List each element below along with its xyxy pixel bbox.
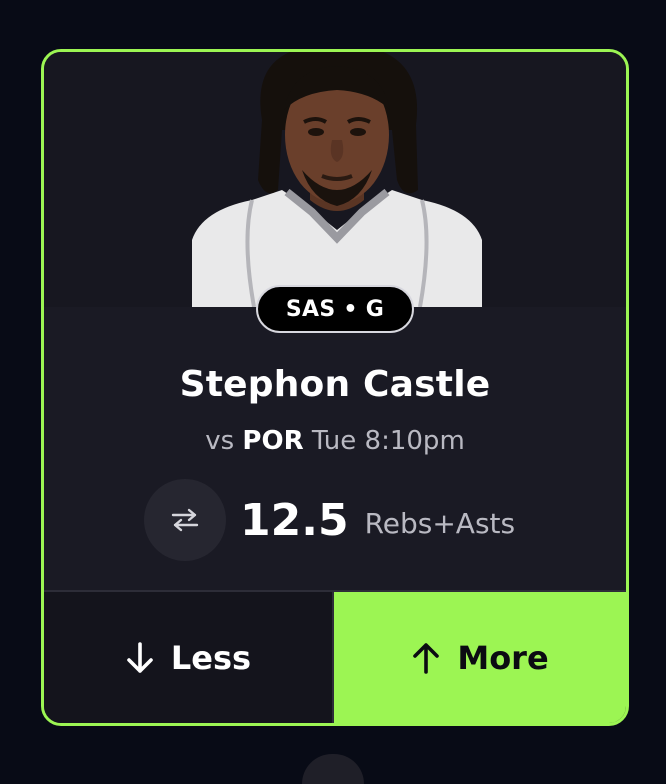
swap-button[interactable] [144,479,226,561]
team-position-badge: SAS • G [256,285,414,333]
less-button[interactable]: Less [44,592,334,723]
arrow-down-icon [125,641,155,675]
swap-arrows-icon [171,508,199,532]
matchup-info: vs POR Tue 8:10pm [44,426,626,456]
opponent-team: POR [242,426,304,456]
line-value: 12.5 [240,494,349,546]
matchup-prefix: vs [205,426,235,456]
less-label: Less [170,638,252,677]
arrow-up-icon [411,641,441,675]
next-card-peek [302,754,364,784]
player-name: Stephon Castle [179,364,491,405]
projection-line: 12.5 Rebs+Asts [144,479,515,561]
pick-buttons: Less More [44,590,626,723]
game-time: Tue 8:10pm [311,426,465,456]
more-label: More [457,638,549,677]
stat-type: Rebs+Asts [364,506,516,540]
player-prop-card[interactable]: SAS • G Stephon Castle vs POR Tue 8:10pm… [41,49,629,726]
player-headshot [192,52,482,307]
more-button[interactable]: More [334,592,626,723]
